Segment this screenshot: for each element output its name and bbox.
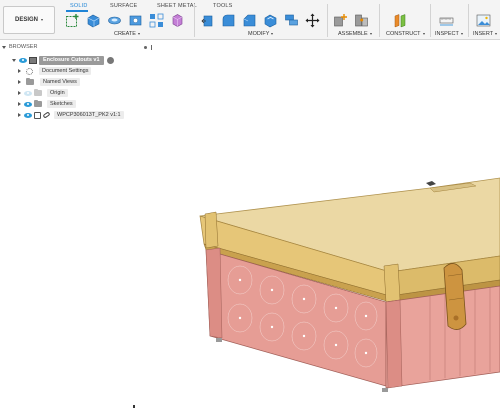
- chevron-down-icon: [460, 33, 463, 35]
- toolbar: DESIGN SOLID SURFACE SHEET METAL TOOLS C…: [0, 0, 500, 40]
- tab-sheet-metal[interactable]: SHEET METAL: [157, 3, 197, 9]
- workspace-switcher-button[interactable]: DESIGN: [3, 6, 55, 34]
- pattern-icon[interactable]: [149, 13, 164, 28]
- chevron-down-icon: [271, 33, 274, 35]
- chevron-down-icon: [495, 33, 498, 35]
- chamfer-icon[interactable]: [242, 13, 257, 28]
- move-copy-icon[interactable]: [305, 13, 320, 28]
- group-divider: [468, 4, 469, 37]
- press-pull-icon[interactable]: [200, 13, 215, 28]
- fusion-window: DESIGN SOLID SURFACE SHEET METAL TOOLS C…: [0, 0, 500, 410]
- browser-header: BROWSER: [2, 42, 152, 52]
- inspect-menu[interactable]: INSPECT: [435, 31, 463, 37]
- tab-surface[interactable]: SURFACE: [110, 3, 137, 9]
- browser-divider-icon: [151, 44, 152, 50]
- browser-title: BROWSER: [9, 44, 38, 50]
- joint-icon[interactable]: [354, 13, 369, 28]
- insert-image-icon[interactable]: [476, 13, 491, 28]
- active-tab-indicator: [66, 10, 88, 12]
- construct-menu-label: CONSTRUCT: [386, 31, 421, 37]
- offset-plane-icon[interactable]: [393, 13, 408, 28]
- tab-tools[interactable]: TOOLS: [213, 3, 233, 9]
- modify-menu[interactable]: MODIFY: [248, 31, 274, 37]
- chevron-down-icon: [137, 33, 140, 35]
- chevron-down-icon: [369, 33, 372, 35]
- chevron-down-icon: [41, 19, 43, 21]
- revolve-icon[interactable]: [107, 13, 122, 28]
- browser-options-dot-icon[interactable]: [144, 45, 147, 49]
- new-component-icon[interactable]: [333, 13, 348, 28]
- group-divider: [379, 4, 380, 37]
- construct-menu[interactable]: CONSTRUCT: [386, 31, 425, 37]
- shell-icon[interactable]: [263, 13, 278, 28]
- group-divider: [194, 4, 195, 37]
- chevron-down-icon: [422, 33, 425, 35]
- measure-icon[interactable]: [439, 13, 454, 28]
- inspect-menu-label: INSPECT: [435, 31, 459, 37]
- combine-icon[interactable]: [284, 13, 299, 28]
- tab-solid[interactable]: SOLID: [70, 3, 88, 9]
- create-form-icon[interactable]: [170, 13, 185, 28]
- modify-menu-label: MODIFY: [248, 31, 270, 37]
- extrude-icon[interactable]: [86, 13, 101, 28]
- group-divider: [430, 4, 431, 37]
- workspace-label: DESIGN: [14, 17, 38, 23]
- create-menu-label: CREATE: [114, 31, 136, 37]
- hole-icon[interactable]: [128, 13, 143, 28]
- insert-menu[interactable]: INSERT: [473, 31, 498, 37]
- assemble-menu-label: ASSEMBLE: [338, 31, 368, 37]
- insert-menu-label: INSERT: [473, 31, 494, 37]
- collapse-browser-icon[interactable]: [2, 45, 6, 49]
- create-sketch-icon[interactable]: [65, 13, 80, 28]
- assemble-menu[interactable]: ASSEMBLE: [338, 31, 372, 37]
- mouse-cursor-icon: [133, 405, 135, 408]
- body-side-face: [385, 285, 500, 389]
- fillet-icon[interactable]: [221, 13, 236, 28]
- group-divider: [327, 4, 328, 37]
- model-viewport[interactable]: [0, 52, 500, 410]
- create-menu[interactable]: CREATE: [114, 31, 140, 37]
